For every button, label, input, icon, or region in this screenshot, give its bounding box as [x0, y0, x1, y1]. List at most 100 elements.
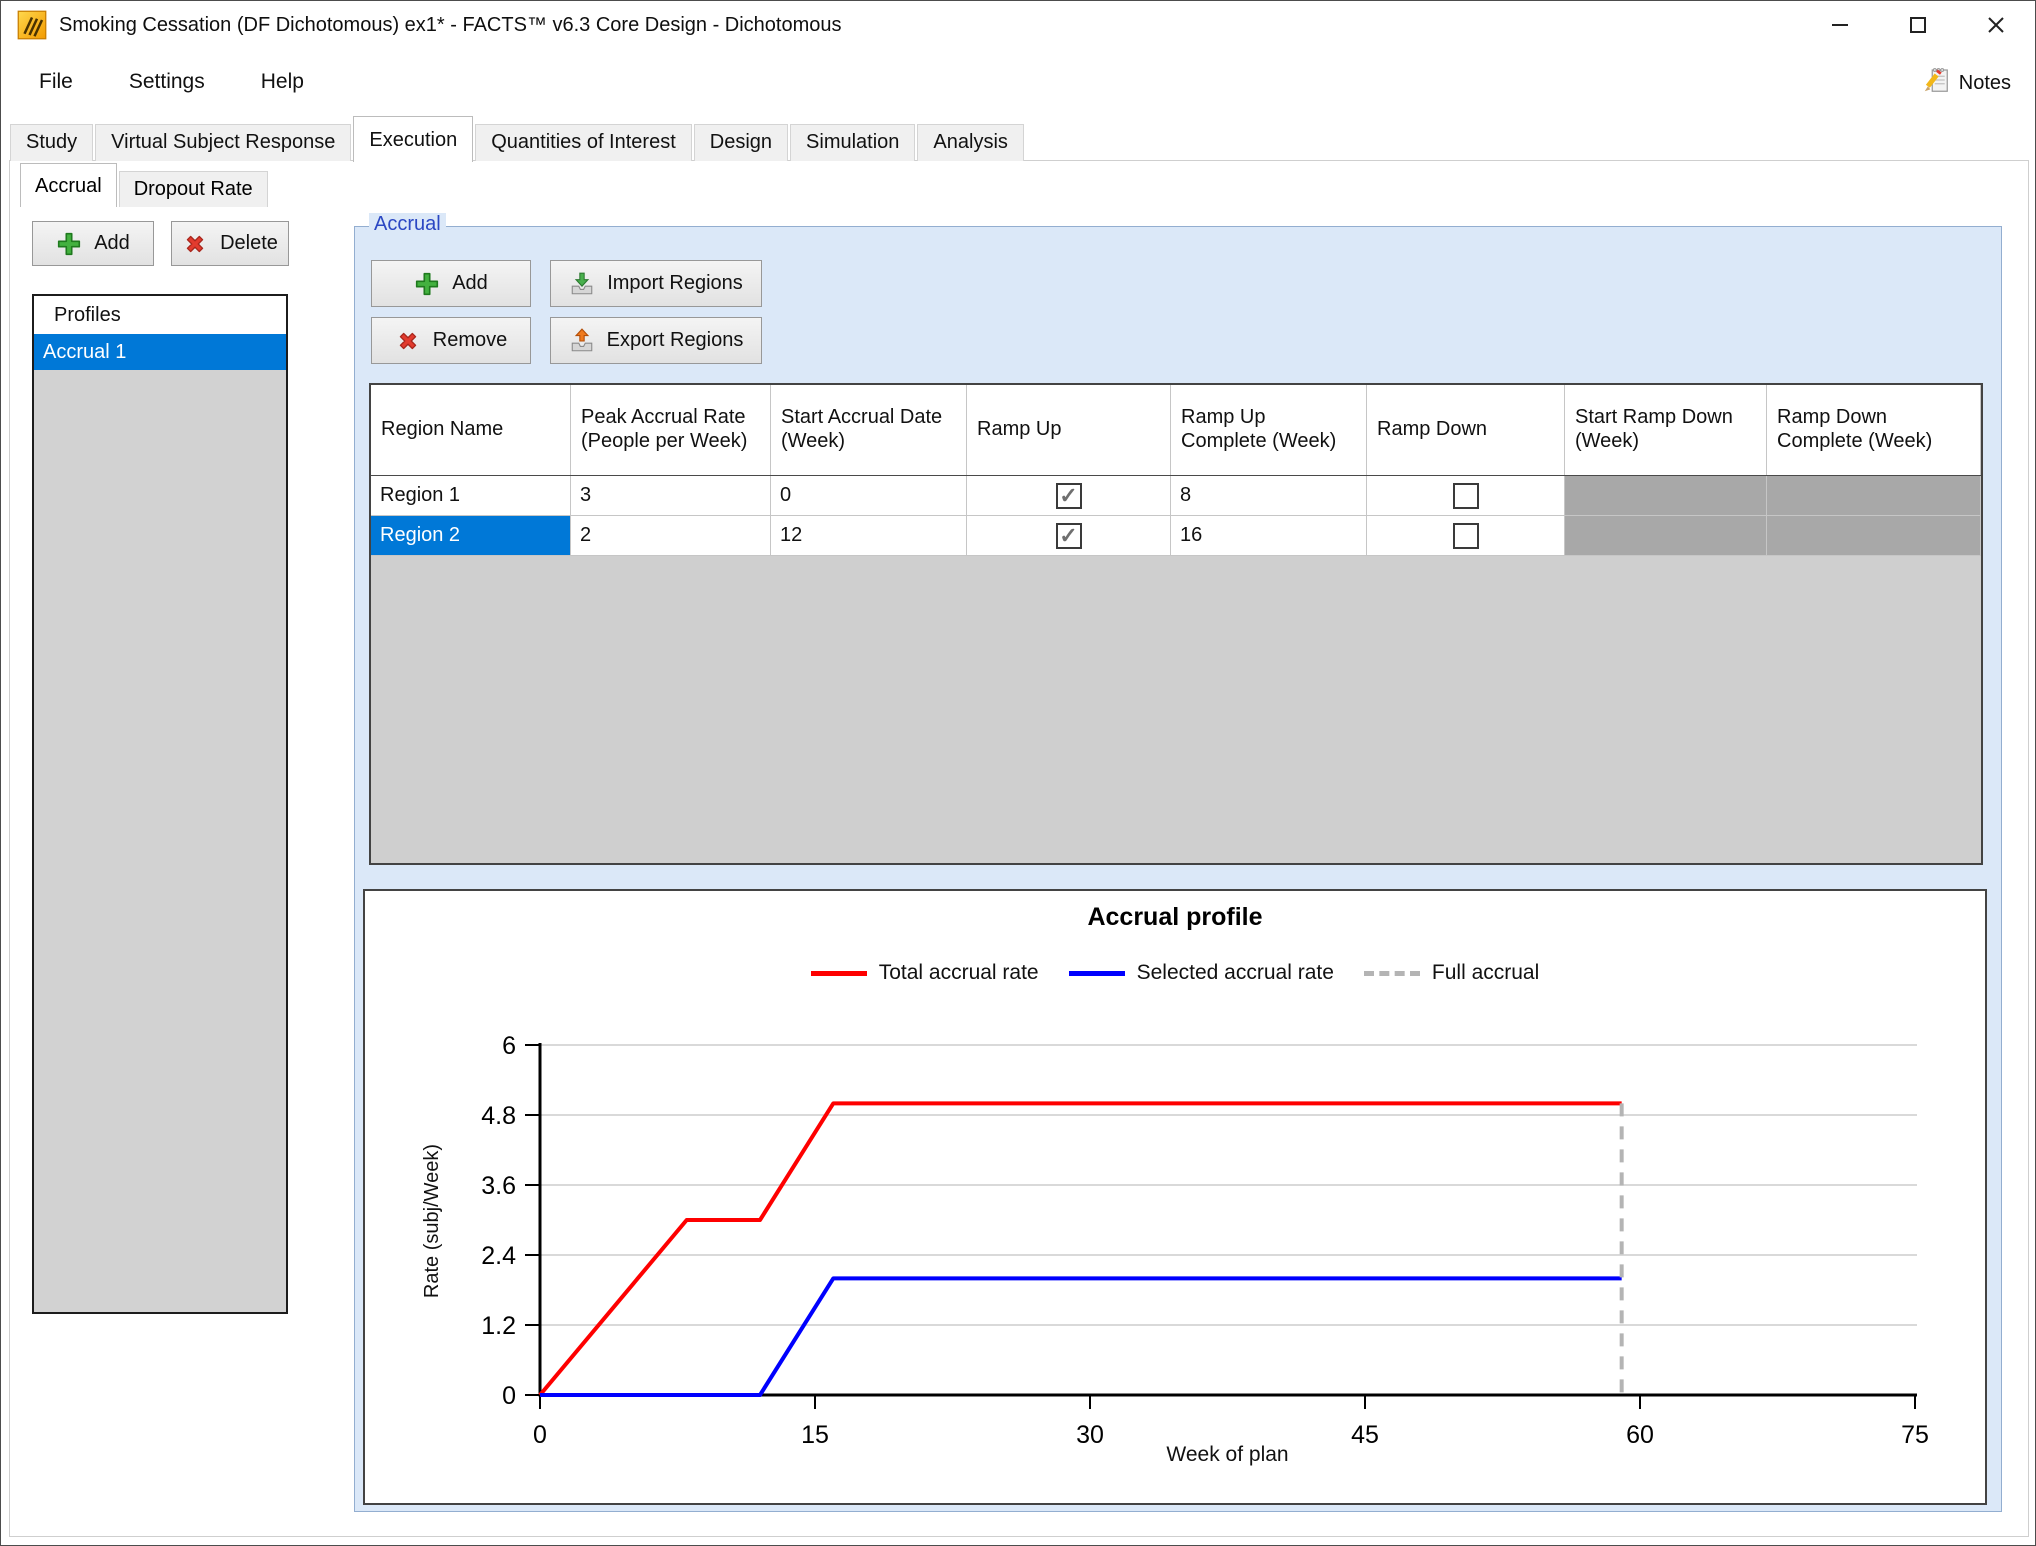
chart-legend: Total accrual rate Selected accrual rate F… [365, 961, 1985, 985]
checkbox-checked-icon[interactable]: ✓ [1056, 523, 1082, 549]
menu-help[interactable]: Help [261, 70, 304, 94]
profiles-header: Profiles [34, 296, 286, 334]
subtab-dropout-rate[interactable]: Dropout Rate [119, 171, 268, 207]
export-regions-button[interactable]: Export Regions [550, 317, 762, 364]
series-total-accrual-rate [540, 1103, 1622, 1395]
cell-peak-rate[interactable]: 2 [571, 516, 771, 556]
x-delete-icon [395, 328, 421, 354]
app-window: Smoking Cessation (DF Dichotomous) ex1* … [0, 0, 2036, 1546]
checkbox-unchecked-icon[interactable] [1453, 523, 1479, 549]
legend-sample [811, 971, 867, 976]
window-title: Smoking Cessation (DF Dichotomous) ex1* … [59, 1, 842, 49]
menu-file[interactable]: File [39, 70, 73, 94]
legend-label: Total accrual rate [879, 961, 1039, 985]
menu-settings[interactable]: Settings [129, 70, 205, 94]
window-controls [1801, 1, 2035, 49]
checkbox-checked-icon[interactable]: ✓ [1056, 483, 1082, 509]
legend-label: Selected accrual rate [1137, 961, 1334, 985]
table-row: Region 2212 ✓ 16 [371, 516, 1981, 556]
cell-ramp-down-complete[interactable] [1767, 476, 1981, 516]
close-icon[interactable] [1957, 1, 2035, 49]
notes-button[interactable]: Notes [1921, 63, 2011, 103]
tab-virtual-subject-response[interactable]: Virtual Subject Response [95, 124, 351, 161]
import-regions-label: Import Regions [607, 272, 743, 295]
delete-profile-button[interactable]: Delete [171, 221, 289, 266]
tab-design[interactable]: Design [694, 124, 788, 161]
notepad-pencil-icon [1921, 65, 1951, 101]
profiles-listbox: Profiles Accrual 1 [32, 294, 288, 1314]
column-header-ramp-down: Ramp Down [1367, 385, 1565, 475]
column-header-region-name: Region Name [371, 385, 571, 475]
chart-title: Accrual profile [365, 903, 1985, 932]
facts-logo-icon [17, 10, 47, 40]
column-header-ramp-up: Ramp Up [967, 385, 1171, 475]
x-axis-label: Week of plan [540, 1443, 1915, 1467]
legend-item-total-accrual-rate: Total accrual rate [811, 961, 1039, 985]
remove-region-label: Remove [433, 329, 507, 352]
import-regions-button[interactable]: Import Regions [550, 260, 762, 307]
column-header-start-ramp-down-week: Start Ramp Down (Week) [1565, 385, 1767, 475]
y-tick-label: 1.2 [481, 1312, 516, 1340]
export-tray-icon [569, 328, 595, 354]
cell-ramp-down[interactable] [1367, 476, 1565, 516]
column-header-start-accrual-date-week: Start Accrual Date (Week) [771, 385, 967, 475]
regions-grid: Region NamePeak Accrual Rate (People per… [369, 383, 1983, 865]
y-tick-label: 4.8 [481, 1102, 516, 1130]
execution-tab-page: AccrualDropout Rate Add Delete Profiles … [9, 160, 2029, 1537]
column-header-peak-accrual-rate-people-per-week: Peak Accrual Rate (People per Week) [571, 385, 771, 475]
cell-ramp-down[interactable] [1367, 516, 1565, 556]
y-tick-label: 0 [502, 1382, 516, 1410]
sub-tab-strip: AccrualDropout Rate [20, 163, 270, 207]
delete-profile-label: Delete [220, 232, 278, 255]
add-region-button[interactable]: Add [371, 260, 531, 307]
cell-region-name[interactable]: Region 1 [371, 476, 571, 516]
legend-sample [1069, 971, 1125, 976]
tab-simulation[interactable]: Simulation [790, 124, 915, 161]
legend-item-full-accrual: Full accrual [1364, 961, 1539, 985]
cell-ramp-up[interactable]: ✓ [967, 516, 1171, 556]
minimize-icon[interactable] [1801, 1, 1879, 49]
column-header-ramp-down-complete-week: Ramp Down Complete (Week) [1767, 385, 1981, 475]
table-row: Region 130 ✓ 8 [371, 476, 1981, 516]
legend-item-selected-accrual-rate: Selected accrual rate [1069, 961, 1334, 985]
cell-ramp-up-complete[interactable]: 16 [1171, 516, 1367, 556]
tab-execution[interactable]: Execution [353, 116, 473, 162]
column-header-ramp-up-complete-week: Ramp Up Complete (Week) [1171, 385, 1367, 475]
y-tick-label: 3.6 [481, 1172, 516, 1200]
checkbox-unchecked-icon[interactable] [1453, 483, 1479, 509]
y-tick-label: 2.4 [481, 1242, 516, 1270]
plus-icon [56, 231, 82, 257]
add-region-label: Add [452, 272, 488, 295]
remove-region-button[interactable]: Remove [371, 317, 531, 364]
main-tab-strip: StudyVirtual Subject ResponseExecutionQu… [10, 115, 1026, 161]
cell-ramp-up[interactable]: ✓ [967, 476, 1171, 516]
cell-ramp-down-complete[interactable] [1767, 516, 1981, 556]
profile-item[interactable]: Accrual 1 [34, 334, 286, 370]
accrual-plot: 01.22.43.64.8601530456075 [365, 1001, 1985, 1461]
tab-quantities-of-interest[interactable]: Quantities of Interest [475, 124, 692, 161]
legend-label: Full accrual [1432, 961, 1539, 985]
add-profile-label: Add [94, 232, 130, 255]
tab-study[interactable]: Study [10, 124, 93, 161]
notes-label: Notes [1959, 72, 2011, 95]
import-tray-icon [569, 271, 595, 297]
legend-sample [1364, 971, 1420, 976]
cell-peak-rate[interactable]: 3 [571, 476, 771, 516]
plus-icon [414, 271, 440, 297]
cell-start-ramp-down[interactable] [1565, 476, 1767, 516]
groupbox-label: Accrual [369, 213, 446, 236]
cell-ramp-up-complete[interactable]: 8 [1171, 476, 1367, 516]
series-selected-accrual-rate [540, 1278, 1622, 1395]
add-profile-button[interactable]: Add [32, 221, 154, 266]
cell-start-date[interactable]: 12 [771, 516, 967, 556]
subtab-accrual[interactable]: Accrual [20, 163, 117, 207]
accrual-groupbox: Accrual Add Import Regions [354, 226, 2002, 1512]
cell-start-date[interactable]: 0 [771, 476, 967, 516]
maximize-icon[interactable] [1879, 1, 1957, 49]
title-bar: Smoking Cessation (DF Dichotomous) ex1* … [1, 1, 2035, 49]
menu-bar: File Settings Help Notes [1, 49, 2035, 115]
y-tick-label: 6 [502, 1032, 516, 1060]
cell-start-ramp-down[interactable] [1565, 516, 1767, 556]
tab-analysis[interactable]: Analysis [917, 124, 1023, 161]
cell-region-name[interactable]: Region 2 [371, 516, 571, 556]
